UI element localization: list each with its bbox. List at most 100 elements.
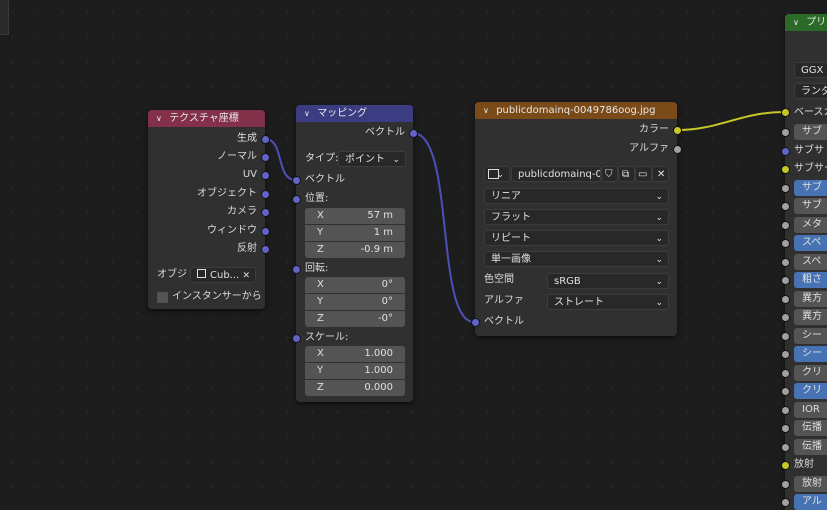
socket-uv[interactable] <box>261 171 270 180</box>
principled-socket-14[interactable] <box>781 387 790 396</box>
socket-reflection[interactable] <box>261 245 270 254</box>
node-header[interactable]: ∨ publicdomainq-0049786oog.jpg <box>475 102 677 119</box>
rotation-y-field[interactable]: Y 0° <box>305 294 405 310</box>
socket-window[interactable] <box>261 227 270 236</box>
interpolation-dropdown[interactable]: リニア ⌄ <box>484 188 669 204</box>
image-name-field[interactable]: publicdomainq-00... <box>511 166 601 182</box>
duplicate-icon[interactable]: ⧉ <box>618 166 635 182</box>
principled-socket-5[interactable] <box>781 220 790 230</box>
socket-base-color-in[interactable] <box>781 108 790 117</box>
principled-socket-10[interactable] <box>781 313 790 322</box>
principled-input-13[interactable]: クリ <box>794 364 827 381</box>
principled-input-11[interactable]: シー <box>794 327 827 344</box>
collapse-chevron-icon[interactable]: ∨ <box>793 14 803 31</box>
distribution-dropdown[interactable]: GGX <box>794 62 827 78</box>
location-y-field[interactable]: Y 1 m <box>305 225 405 241</box>
principled-input-7[interactable]: スペ <box>794 253 827 270</box>
socket-rotation-in[interactable] <box>292 265 301 274</box>
location-x-field[interactable]: X 57 m <box>305 208 405 224</box>
principled-input-15[interactable]: IOR <box>794 401 827 418</box>
socket-location-in[interactable] <box>292 195 301 204</box>
principled-input-8[interactable]: 粗さ <box>794 272 827 288</box>
principled-socket-8[interactable] <box>781 276 790 285</box>
node-header[interactable]: ∨ テクスチャ座標 <box>148 110 265 127</box>
socket-color-out[interactable] <box>673 126 682 135</box>
rotation-x-field[interactable]: X 0° <box>305 277 405 293</box>
principled-input-17[interactable]: 伝播 <box>794 438 827 455</box>
principled-socket-3[interactable] <box>781 183 790 193</box>
source-dropdown[interactable]: 単一画像 ⌄ <box>484 251 669 267</box>
principled-socket-1[interactable] <box>781 146 790 156</box>
clear-x-icon[interactable]: ✕ <box>242 268 250 284</box>
principled-socket-11[interactable] <box>781 331 790 341</box>
rotation-z-field[interactable]: Z -0° <box>305 311 405 327</box>
location-z-field[interactable]: Z -0.9 m <box>305 242 405 258</box>
principled-socket-17[interactable] <box>781 442 790 452</box>
colorspace-dropdown[interactable]: sRGB ⌄ <box>547 273 669 289</box>
principled-input-3[interactable]: サブ <box>794 179 827 196</box>
principled-input-16[interactable]: 伝播 <box>794 420 827 436</box>
principled-input-0[interactable]: サブ <box>794 124 827 140</box>
collapse-chevron-icon[interactable]: ∨ <box>156 110 166 127</box>
scale-y-field[interactable]: Y 1.000 <box>305 363 405 379</box>
socket-generated[interactable] <box>261 135 270 144</box>
fake-user-shield-icon[interactable]: ⛉ <box>601 166 618 182</box>
principled-socket-19[interactable] <box>781 479 790 489</box>
socket-image-vector-in[interactable] <box>471 318 480 327</box>
type-dropdown[interactable]: ポイント ⌄ <box>338 151 406 167</box>
principled-input-12[interactable]: シー <box>794 346 827 362</box>
alpha-mode-dropdown[interactable]: ストレート ⌄ <box>547 294 669 310</box>
socket-normal[interactable] <box>261 153 270 162</box>
principled-input-9[interactable]: 異方 <box>794 290 827 307</box>
principled-socket-16[interactable] <box>781 424 790 433</box>
projection-dropdown[interactable]: フラット ⌄ <box>484 209 669 225</box>
node-header[interactable]: ∨ マッピング <box>296 105 413 122</box>
principled-input-2[interactable]: サブサー <box>794 161 827 177</box>
principled-input-1[interactable]: サブサ <box>794 143 824 159</box>
socket-object[interactable] <box>261 190 270 199</box>
from-instancer-checkbox[interactable] <box>157 292 168 303</box>
principled-socket-7[interactable] <box>781 257 790 267</box>
scale-x-field[interactable]: X 1.000 <box>305 346 405 362</box>
socket-alpha-out[interactable] <box>673 145 682 154</box>
principled-socket-18[interactable] <box>781 461 790 470</box>
principled-input-10[interactable]: 異方 <box>794 309 827 325</box>
principled-socket-6[interactable] <box>781 239 790 248</box>
image-name: publicdomainq-00... <box>518 169 600 180</box>
scale-z-field[interactable]: Z 0.000 <box>305 380 405 396</box>
principled-socket-4[interactable] <box>781 202 790 211</box>
principled-socket-20[interactable] <box>781 498 790 507</box>
texture-coordinate-node[interactable]: ∨ テクスチャ座標 生成 ノーマル UV オブジェクト カメラ ウィンドウ 反射… <box>148 110 265 309</box>
principled-input-5[interactable]: メタ <box>794 216 827 233</box>
principled-input-20[interactable]: アル <box>794 494 827 510</box>
subsurface-method-dropdown[interactable]: ランダ <box>794 83 827 99</box>
socket-camera[interactable] <box>261 208 270 217</box>
socket-mapping-vector-in[interactable] <box>292 176 301 185</box>
principled-socket-13[interactable] <box>781 368 790 378</box>
image-texture-node[interactable]: ∨ publicdomainq-0049786oog.jpg カラー アルファ … <box>475 102 677 336</box>
socket-scale-in[interactable] <box>292 334 301 343</box>
principled-socket-9[interactable] <box>781 294 790 304</box>
object-field[interactable]: Cub... ✕ <box>190 267 256 283</box>
principled-socket-12[interactable] <box>781 350 790 359</box>
socket-mapping-vector-out[interactable] <box>409 129 418 138</box>
principled-bsdf-node[interactable]: ∨ プリン GGX ランダ ベースカ サブサブササブサーサブサブメタスペスペ粗さ… <box>785 14 827 510</box>
principled-socket-2[interactable] <box>781 165 790 174</box>
principled-input-4[interactable]: サブ <box>794 198 827 214</box>
node-header[interactable]: ∨ プリン <box>785 14 827 31</box>
principled-input-14[interactable]: クリ <box>794 383 827 399</box>
principled-input-19[interactable]: 放射 <box>794 475 827 492</box>
principled-socket-15[interactable] <box>781 405 790 415</box>
collapse-chevron-icon[interactable]: ∨ <box>483 102 493 119</box>
unlink-x-icon[interactable]: ✕ <box>652 166 669 182</box>
principled-input-18[interactable]: 放射 <box>794 457 814 473</box>
image-browse-button[interactable]: ⌄ <box>484 166 510 182</box>
node-title: publicdomainq-0049786oog.jpg <box>496 105 656 116</box>
extension-dropdown[interactable]: リピート ⌄ <box>484 230 669 246</box>
collapse-chevron-icon[interactable]: ∨ <box>304 105 314 122</box>
principled-socket-0[interactable] <box>781 128 790 137</box>
principled-input-6[interactable]: スペ <box>794 235 827 251</box>
axis-label: X <box>317 210 324 221</box>
mapping-node[interactable]: ∨ マッピング ベクトル タイプ: ポイント ⌄ ベクトル 位置: X 57 m Y… <box>296 105 413 402</box>
open-folder-icon[interactable]: ▭ <box>635 166 652 182</box>
